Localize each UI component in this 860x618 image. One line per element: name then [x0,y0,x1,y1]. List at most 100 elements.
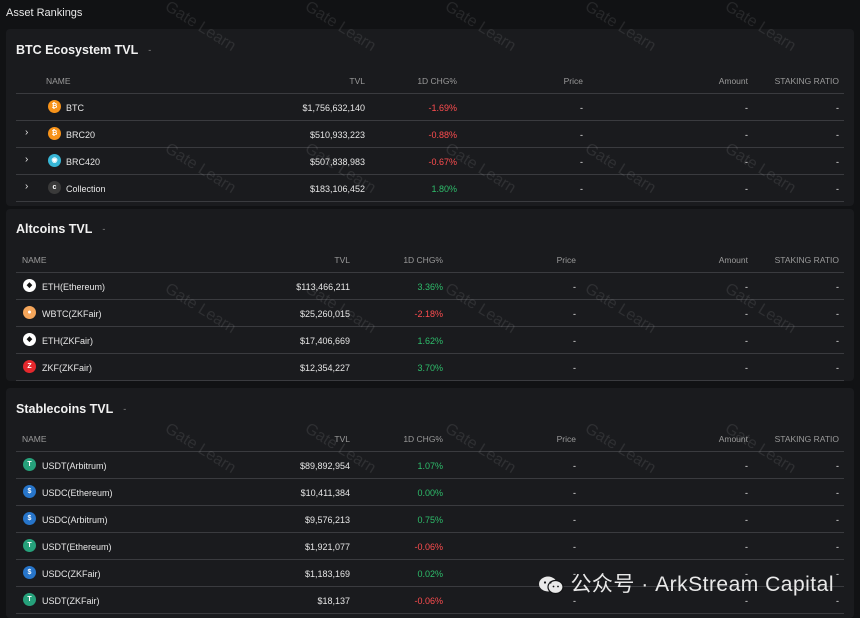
col-name-header[interactable]: NAME [22,434,47,444]
asset-amount: - [745,461,748,471]
table-row[interactable]: Z ZKF(ZKFair) $12,354,227 3.70% - - - [16,354,844,381]
col-amount-header[interactable]: Amount [719,255,748,265]
col-price-header[interactable]: Price [557,255,576,265]
usdt-icon: T [23,458,36,471]
asset-name[interactable]: USDC(Ethereum) [42,488,113,498]
asset-name[interactable]: ETH(Ethereum) [42,282,105,292]
page-title: Asset Rankings [6,7,83,19]
asset-price: - [573,336,576,346]
asset-price: - [580,157,583,167]
asset-1d-change: 0.75% [417,515,443,525]
col-chg-header[interactable]: 1D CHG% [403,434,443,444]
ethereum-zkfair-icon: ◆ [23,333,36,346]
asset-name[interactable]: BRC420 [66,157,100,167]
section-dash: - [102,224,106,234]
asset-name[interactable]: USDT(Ethereum) [42,542,112,552]
asset-1d-change: 3.36% [417,282,443,292]
col-staking-header[interactable]: STAKING RATIO [775,76,839,86]
asset-staking-ratio: - [836,157,839,167]
asset-1d-change: 1.80% [431,184,457,194]
col-chg-header[interactable]: 1D CHG% [417,76,457,86]
asset-tvl: $507,838,983 [309,157,365,167]
asset-name[interactable]: USDT(Arbitrum) [42,461,107,471]
table-header: NAME TVL 1D CHG% Price Amount STAKING RA… [16,426,844,452]
asset-name[interactable]: BTC [66,103,84,113]
asset-name[interactable]: USDC(Arbitrum) [42,515,108,525]
asset-staking-ratio: - [836,309,839,319]
table-row[interactable]: › ₿ BRC20 $510,933,223 -0.88% - - - [16,121,844,148]
section-dash: - [123,404,127,414]
asset-staking-ratio: - [836,184,839,194]
asset-amount: - [745,488,748,498]
asset-tvl: $183,106,452 [309,184,365,194]
table-row[interactable]: ₿ BTC $1,756,632,140 -1.69% - - - [16,94,844,121]
col-tvl-header[interactable]: TVL [349,76,365,86]
col-amount-header[interactable]: Amount [719,434,748,444]
asset-amount: - [745,309,748,319]
asset-tvl: $1,756,632,140 [302,103,365,113]
asset-tvl: $25,260,015 [299,309,350,319]
asset-amount: - [745,363,748,373]
col-name-header[interactable]: NAME [22,255,47,265]
collection-icon: c [48,181,61,194]
asset-1d-change: -0.88% [428,130,457,140]
asset-amount: - [745,515,748,525]
asset-amount: - [745,157,748,167]
wechat-watermark: 公众号 · ArkStream Capital [538,568,834,598]
table-row[interactable]: T USDT(Ethereum) $1,921,077 -0.06% - - - [16,533,844,560]
zkf-icon: Z [23,360,36,373]
col-staking-header[interactable]: STAKING RATIO [775,434,839,444]
asset-1d-change: -0.06% [414,542,443,552]
asset-name[interactable]: ETH(ZKFair) [42,336,93,346]
asset-staking-ratio: - [836,488,839,498]
asset-name[interactable]: USDT(ZKFair) [42,596,100,606]
usdt-icon: T [23,593,36,606]
asset-1d-change: -0.67% [428,157,457,167]
asset-staking-ratio: - [836,130,839,140]
asset-tvl: $17,406,669 [299,336,350,346]
col-tvl-header[interactable]: TVL [334,255,350,265]
asset-tvl: $18,137 [317,596,350,606]
asset-amount: - [745,184,748,194]
table-row[interactable]: › c Collection $183,106,452 1.80% - - - [16,175,844,202]
table-row[interactable]: ● WBTC(ZKFair) $25,260,015 -2.18% - - - [16,300,844,327]
expand-chevron-icon[interactable]: › [25,181,28,192]
ethereum-icon: ◆ [23,279,36,292]
asset-name[interactable]: BRC20 [66,130,95,140]
usdt-icon: T [23,539,36,552]
asset-name[interactable]: WBTC(ZKFair) [42,309,102,319]
asset-staking-ratio: - [836,542,839,552]
asset-name[interactable]: Collection [66,184,106,194]
expand-chevron-icon[interactable]: › [25,154,28,165]
table-row[interactable]: T USDT(Arbitrum) $89,892,954 1.07% - - - [16,452,844,479]
btc-table: NAME TVL 1D CHG% Price Amount STAKING RA… [16,68,844,202]
col-tvl-header[interactable]: TVL [334,434,350,444]
asset-name[interactable]: USDC(ZKFair) [42,569,101,579]
section-title-text: Stablecoins TVL [16,402,114,416]
col-staking-header[interactable]: STAKING RATIO [775,255,839,265]
section-title-text: Altcoins TVL [16,222,93,236]
asset-staking-ratio: - [836,596,839,606]
asset-price: - [580,130,583,140]
table-row[interactable]: $ USDC(Arbitrum) $9,576,213 0.75% - - - [16,506,844,533]
table-row[interactable]: ◆ ETH(Ethereum) $113,466,211 3.36% - - - [16,273,844,300]
expand-chevron-icon[interactable]: › [25,127,28,138]
asset-1d-change: 0.02% [417,569,443,579]
table-row[interactable]: $ USDC(Ethereum) $10,411,384 0.00% - - - [16,479,844,506]
col-price-header[interactable]: Price [564,76,583,86]
asset-amount: - [745,282,748,292]
asset-1d-change: 1.07% [417,461,443,471]
asset-tvl: $12,354,227 [299,363,350,373]
col-name-header[interactable]: NAME [46,76,71,86]
asset-1d-change: -2.18% [414,309,443,319]
table-row[interactable]: ◆ ETH(ZKFair) $17,406,669 1.62% - - - [16,327,844,354]
asset-price: - [573,488,576,498]
asset-price: - [580,103,583,113]
col-chg-header[interactable]: 1D CHG% [403,255,443,265]
asset-name[interactable]: ZKF(ZKFair) [42,363,92,373]
col-price-header[interactable]: Price [557,434,576,444]
asset-tvl: $1,183,169 [304,569,350,579]
table-row[interactable]: › ◉ BRC420 $507,838,983 -0.67% - - - [16,148,844,175]
col-amount-header[interactable]: Amount [719,76,748,86]
brc20-icon: ₿ [48,127,61,140]
